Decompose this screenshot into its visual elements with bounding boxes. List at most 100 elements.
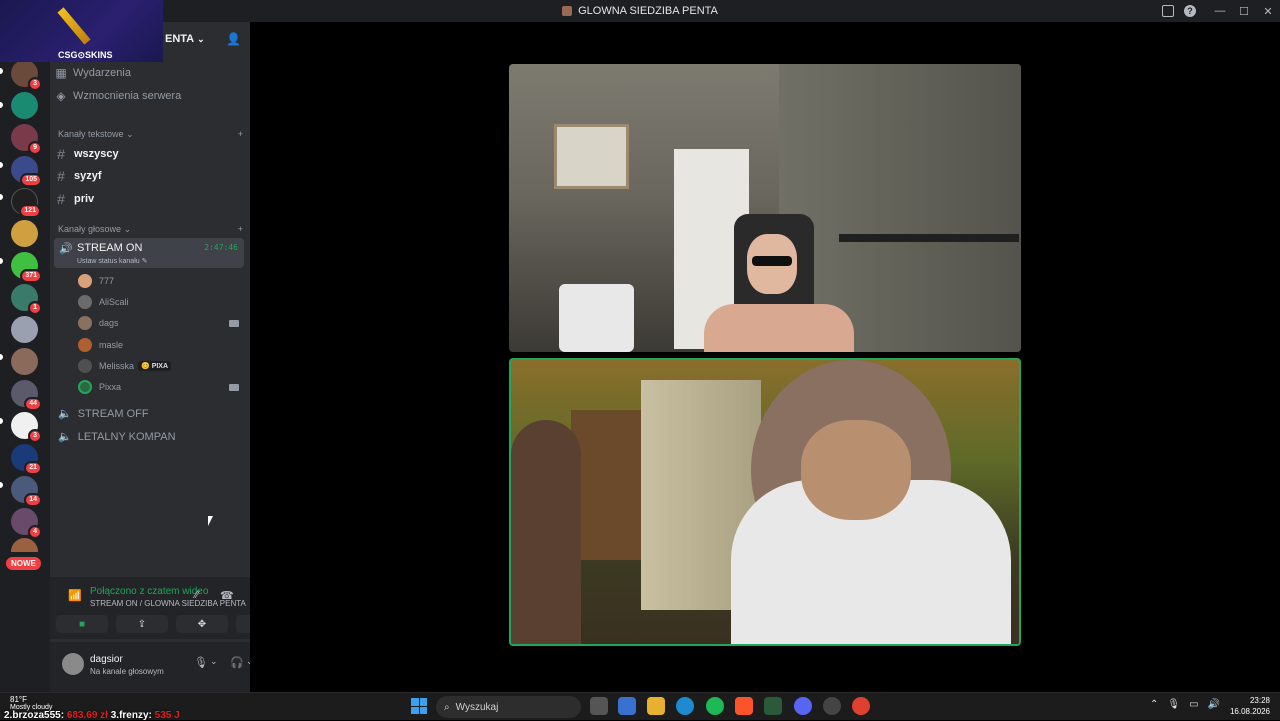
chevron-up-icon[interactable]: ⌃ — [1150, 699, 1158, 710]
server-icon-3[interactable]: 9 — [11, 124, 42, 155]
close-button[interactable]: ✕ — [1256, 0, 1280, 22]
ticker-name-2: 3.frenzy: — [110, 710, 152, 721]
discord-icon[interactable] — [794, 697, 812, 715]
server-name: ENTA — [165, 33, 195, 45]
avatar — [78, 359, 92, 373]
ticker-name-1: 2.brzoza555: — [4, 710, 65, 721]
mic-arm — [839, 234, 1019, 242]
chrome-icon[interactable] — [852, 697, 870, 715]
mention-badge: 4 — [28, 525, 42, 539]
add-channel-icon[interactable]: + — [238, 129, 243, 140]
voice-member[interactable]: Pixxa — [78, 380, 243, 394]
csgo-skins-overlay[interactable]: CSG⊙SKINS — [0, 0, 163, 62]
activities-button[interactable]: ✥ — [176, 615, 228, 633]
taskbar-search[interactable]: ⌕ Wyszukaj — [436, 696, 581, 718]
member-name: 777 — [99, 276, 115, 286]
server-icon-5[interactable]: 121 — [11, 188, 41, 218]
voice-channel-stream-on[interactable]: 🔊 STREAM ON Ustaw status kanału ✎ 2:47:4… — [54, 238, 244, 268]
mention-badge: 14 — [24, 493, 42, 507]
boost-icon: ◈ — [56, 89, 66, 103]
camera-icon: ■ — [78, 618, 86, 630]
username[interactable]: dagsior — [90, 654, 123, 665]
chevron-down-icon[interactable]: ⌄ — [210, 656, 218, 667]
voice-channel-stream-off[interactable]: 🔈 STREAM OFF — [58, 407, 243, 421]
server-icon-16[interactable] — [11, 538, 38, 552]
search-placeholder: Wyszukaj — [455, 701, 499, 713]
voice-connection-panel: 📶 Połączono z czatem wideo STREAM ON / G… — [50, 577, 288, 639]
server-tag: 😊 PIXA — [138, 361, 172, 371]
server-icon-11[interactable]: 44 — [11, 380, 42, 411]
network-icon[interactable]: ▭ — [1189, 699, 1198, 710]
voice-member[interactable]: AliScali — [78, 295, 243, 309]
file-explorer-icon[interactable] — [647, 697, 665, 715]
maximize-button[interactable]: ☐ — [1232, 0, 1256, 22]
screen-share-button[interactable]: ⇪ — [116, 615, 168, 633]
microphone-icon[interactable]: 🎙 — [1167, 699, 1180, 710]
server-boosts-item[interactable]: ◈ Wzmocnienia serwera — [54, 89, 244, 103]
server-icon-4[interactable]: 105 — [11, 156, 42, 187]
unread-pill — [0, 102, 3, 108]
events-label: Wydarzenia — [73, 67, 131, 79]
minimize-button[interactable]: — — [1208, 0, 1232, 22]
task-view-icon[interactable] — [590, 697, 608, 715]
store-icon[interactable] — [618, 697, 636, 715]
brave-icon[interactable] — [735, 697, 753, 715]
inbox-icon[interactable] — [1162, 5, 1174, 17]
voice-member[interactable]: 777 — [78, 274, 243, 288]
text-channels-category[interactable]: Kanały tekstowe ⌄ + — [58, 129, 243, 140]
start-button[interactable] — [411, 698, 427, 714]
chevron-down-icon: ⌄ — [126, 129, 134, 139]
server-icon-12[interactable]: 3 — [11, 412, 42, 443]
voice-member[interactable]: Melisska 😊 PIXA — [78, 359, 243, 373]
set-channel-status[interactable]: Ustaw status kanału ✎ — [77, 257, 147, 265]
weather-widget[interactable]: 81°F Mostly cloudy — [10, 695, 52, 711]
ticker-value-2: 535 J — [154, 710, 180, 721]
server-icon-9[interactable] — [11, 316, 38, 343]
voice-member[interactable]: masle — [78, 338, 243, 352]
channel-priv[interactable]: # priv — [54, 191, 244, 207]
noise-suppression-icon[interactable]: ⁄⁄ — [195, 589, 199, 601]
clock[interactable]: 23:28 16.08.2026 — [1230, 695, 1270, 717]
server-icon-1[interactable]: 3 — [11, 60, 42, 91]
windows-taskbar: 81°F Mostly cloudy 2.brzoza555: 683.69 z… — [0, 692, 1280, 721]
headphones-icon[interactable]: 🎧 — [230, 656, 244, 669]
help-icon[interactable]: ? — [1184, 5, 1196, 17]
channel-wszyscy[interactable]: # wszyscy — [54, 146, 244, 162]
new-unreads-badge[interactable]: NOWE — [6, 557, 41, 570]
window-title-text: GLOWNA SIEDZIBA PENTA — [578, 5, 718, 17]
server-icon-8[interactable]: 1 — [11, 284, 42, 315]
add-channel-icon[interactable]: + — [238, 224, 243, 235]
mention-badge: 44 — [24, 397, 42, 411]
wall-picture — [554, 124, 629, 189]
volume-icon[interactable]: 🔊 — [1208, 699, 1220, 710]
edge-icon[interactable] — [676, 697, 694, 715]
video-tile[interactable] — [509, 64, 1021, 352]
connection-status[interactable]: Połączono z czatem wideo — [90, 586, 208, 597]
server-icon-2[interactable] — [11, 92, 38, 119]
camera-button[interactable]: ■ — [56, 615, 108, 633]
avatar[interactable] — [62, 653, 84, 675]
unread-pill — [0, 418, 3, 424]
server-icon-14[interactable]: 14 — [11, 476, 42, 507]
events-item[interactable]: ▦ Wydarzenia — [54, 66, 244, 80]
disconnect-icon[interactable]: ☎ — [220, 589, 234, 602]
voice-channels-category[interactable]: Kanały głosowe ⌄ + — [58, 224, 243, 235]
invite-people-icon[interactable]: 👤 — [226, 32, 241, 46]
microphone-icon[interactable]: 🎙 — [194, 656, 208, 669]
server-icon-13[interactable]: 21 — [11, 444, 42, 475]
avatar — [78, 295, 92, 309]
mention-badge: 3 — [28, 429, 42, 443]
activities-icon: ✥ — [197, 618, 207, 630]
voice-member[interactable]: dags — [78, 316, 243, 330]
video-tile-speaking[interactable] — [509, 358, 1021, 646]
server-icon-6[interactable] — [11, 220, 38, 247]
server-icon-7[interactable]: 371 — [11, 252, 42, 283]
excel-icon[interactable] — [764, 697, 782, 715]
channel-syzyf[interactable]: # syzyf — [54, 168, 244, 184]
spotify-icon[interactable] — [706, 697, 724, 715]
voice-channel-letalny-kompan[interactable]: 🔈 LETALNY KOMPAN — [58, 430, 243, 444]
signal-icon[interactable]: 📶 — [68, 589, 82, 602]
server-icon-15[interactable]: 4 — [11, 508, 42, 539]
app-icon[interactable] — [823, 697, 841, 715]
server-icon-10[interactable] — [11, 348, 38, 375]
